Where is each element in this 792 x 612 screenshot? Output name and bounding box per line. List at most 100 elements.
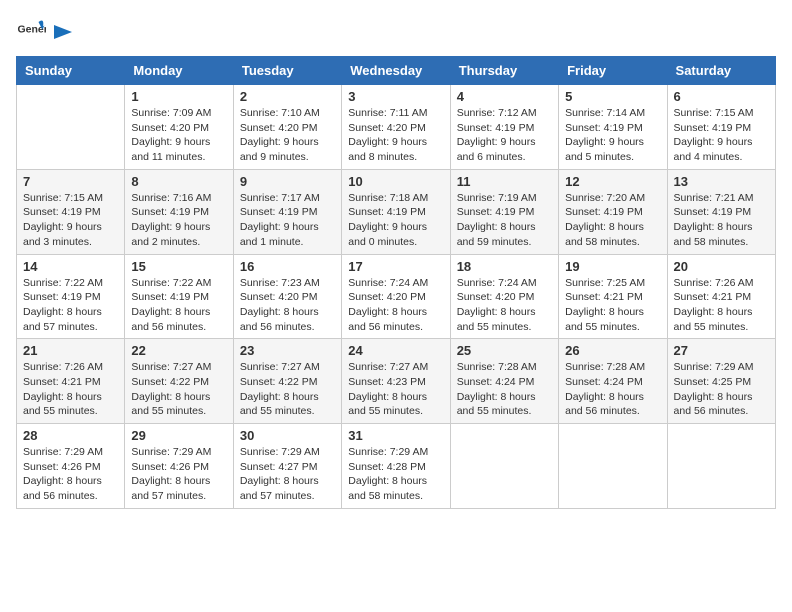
day-info: Sunrise: 7:20 AMSunset: 4:19 PMDaylight:… (565, 191, 660, 250)
logo: General (16, 16, 74, 46)
day-info: Sunrise: 7:09 AMSunset: 4:20 PMDaylight:… (131, 106, 226, 165)
day-number: 21 (23, 343, 118, 358)
day-cell: 5 Sunrise: 7:14 AMSunset: 4:19 PMDaylight… (559, 85, 667, 170)
week-row-4: 21Sunrise: 7:26 AMSunset: 4:21 PMDayligh… (17, 339, 776, 424)
day-cell: 24 Sunrise: 7:27 AMSunset: 4:23 PMDayligh… (342, 339, 450, 424)
day-number: 13 (674, 174, 769, 189)
week-row-3: 14 Sunrise: 7:22 AMSunset: 4:19 PMDayligh… (17, 254, 776, 339)
day-info: Sunrise: 7:12 AMSunset: 4:19 PMDaylight:… (457, 106, 552, 165)
day-info: Sunrise: 7:23 AMSunset: 4:20 PMDaylight:… (240, 276, 335, 335)
day-number: 24 (348, 343, 443, 358)
calendar-table: SundayMondayTuesdayWednesdayThursdayFrid… (16, 56, 776, 509)
day-info: Sunrise: 7:22 AMSunset: 4:19 PMDaylight:… (131, 276, 226, 335)
day-cell: 4 Sunrise: 7:12 AMSunset: 4:19 PMDaylight… (450, 85, 558, 170)
col-header-sunday: Sunday (17, 57, 125, 85)
day-number: 27 (674, 343, 769, 358)
day-number: 1 (131, 89, 226, 104)
day-info: Sunrise: 7:19 AMSunset: 4:19 PMDaylight:… (457, 191, 552, 250)
day-cell: 14 Sunrise: 7:22 AMSunset: 4:19 PMDayligh… (17, 254, 125, 339)
day-info: Sunrise: 7:27 AMSunset: 4:22 PMDaylight:… (131, 360, 226, 419)
day-cell (667, 424, 775, 509)
day-info: Sunrise: 7:18 AMSunset: 4:19 PMDaylight:… (348, 191, 443, 250)
day-info: Sunrise: 7:10 AMSunset: 4:20 PMDaylight:… (240, 106, 335, 165)
day-cell: 3 Sunrise: 7:11 AMSunset: 4:20 PMDaylight… (342, 85, 450, 170)
day-number: 29 (131, 428, 226, 443)
day-number: 20 (674, 259, 769, 274)
day-info: Sunrise: 7:25 AMSunset: 4:21 PMDaylight:… (565, 276, 660, 335)
day-number: 7 (23, 174, 118, 189)
day-number: 8 (131, 174, 226, 189)
day-number: 11 (457, 174, 552, 189)
day-info: Sunrise: 7:24 AMSunset: 4:20 PMDaylight:… (348, 276, 443, 335)
col-header-friday: Friday (559, 57, 667, 85)
day-cell: 10 Sunrise: 7:18 AMSunset: 4:19 PMDayligh… (342, 169, 450, 254)
day-info: Sunrise: 7:17 AMSunset: 4:19 PMDaylight:… (240, 191, 335, 250)
day-cell: 19 Sunrise: 7:25 AMSunset: 4:21 PMDayligh… (559, 254, 667, 339)
day-cell: 27 Sunrise: 7:29 AMSunset: 4:25 PMDayligh… (667, 339, 775, 424)
day-info: Sunrise: 7:29 AMSunset: 4:27 PMDaylight:… (240, 445, 335, 504)
day-number: 17 (348, 259, 443, 274)
day-cell: 2 Sunrise: 7:10 AMSunset: 4:20 PMDaylight… (233, 85, 341, 170)
day-number: 25 (457, 343, 552, 358)
day-info: Sunrise: 7:29 AMSunset: 4:28 PMDaylight:… (348, 445, 443, 504)
day-info: Sunrise: 7:21 AMSunset: 4:19 PMDaylight:… (674, 191, 769, 250)
day-info: Sunrise: 7:14 AMSunset: 4:19 PMDaylight:… (565, 106, 660, 165)
day-cell: 6 Sunrise: 7:15 AMSunset: 4:19 PMDaylight… (667, 85, 775, 170)
day-number: 23 (240, 343, 335, 358)
day-info: Sunrise: 7:11 AMSunset: 4:20 PMDaylight:… (348, 106, 443, 165)
day-number: 14 (23, 259, 118, 274)
day-number: 9 (240, 174, 335, 189)
day-info: Sunrise: 7:22 AMSunset: 4:19 PMDaylight:… (23, 276, 118, 335)
day-info: Sunrise: 7:27 AMSunset: 4:23 PMDaylight:… (348, 360, 443, 419)
day-cell: 30Sunrise: 7:29 AMSunset: 4:27 PMDayligh… (233, 424, 341, 509)
day-number: 4 (457, 89, 552, 104)
day-cell: 22 Sunrise: 7:27 AMSunset: 4:22 PMDayligh… (125, 339, 233, 424)
day-cell: 7Sunrise: 7:15 AMSunset: 4:19 PMDaylight… (17, 169, 125, 254)
day-info: Sunrise: 7:15 AMSunset: 4:19 PMDaylight:… (674, 106, 769, 165)
day-info: Sunrise: 7:26 AMSunset: 4:21 PMDaylight:… (674, 276, 769, 335)
day-cell: 23 Sunrise: 7:27 AMSunset: 4:22 PMDayligh… (233, 339, 341, 424)
day-number: 18 (457, 259, 552, 274)
day-number: 26 (565, 343, 660, 358)
day-number: 16 (240, 259, 335, 274)
day-info: Sunrise: 7:24 AMSunset: 4:20 PMDaylight:… (457, 276, 552, 335)
day-info: Sunrise: 7:16 AMSunset: 4:19 PMDaylight:… (131, 191, 226, 250)
day-info: Sunrise: 7:29 AMSunset: 4:26 PMDaylight:… (23, 445, 118, 504)
day-number: 28 (23, 428, 118, 443)
day-cell: 25 Sunrise: 7:28 AMSunset: 4:24 PMDayligh… (450, 339, 558, 424)
day-cell: 15 Sunrise: 7:22 AMSunset: 4:19 PMDayligh… (125, 254, 233, 339)
day-number: 3 (348, 89, 443, 104)
day-number: 5 (565, 89, 660, 104)
week-row-5: 28 Sunrise: 7:29 AMSunset: 4:26 PMDayligh… (17, 424, 776, 509)
day-cell: 29Sunrise: 7:29 AMSunset: 4:26 PMDayligh… (125, 424, 233, 509)
day-cell (559, 424, 667, 509)
day-number: 19 (565, 259, 660, 274)
col-header-saturday: Saturday (667, 57, 775, 85)
day-number: 10 (348, 174, 443, 189)
day-number: 2 (240, 89, 335, 104)
logo-flag-icon (52, 23, 74, 41)
day-number: 12 (565, 174, 660, 189)
col-header-tuesday: Tuesday (233, 57, 341, 85)
week-row-1: 1 Sunrise: 7:09 AMSunset: 4:20 PMDaylight… (17, 85, 776, 170)
day-number: 15 (131, 259, 226, 274)
day-number: 6 (674, 89, 769, 104)
day-info: Sunrise: 7:27 AMSunset: 4:22 PMDaylight:… (240, 360, 335, 419)
week-row-2: 7Sunrise: 7:15 AMSunset: 4:19 PMDaylight… (17, 169, 776, 254)
day-cell: 9 Sunrise: 7:17 AMSunset: 4:19 PMDaylight… (233, 169, 341, 254)
day-cell (17, 85, 125, 170)
day-number: 31 (348, 428, 443, 443)
day-cell: 16 Sunrise: 7:23 AMSunset: 4:20 PMDayligh… (233, 254, 341, 339)
day-info: Sunrise: 7:28 AMSunset: 4:24 PMDaylight:… (457, 360, 552, 419)
day-number: 22 (131, 343, 226, 358)
day-cell: 31 Sunrise: 7:29 AMSunset: 4:28 PMDayligh… (342, 424, 450, 509)
day-info: Sunrise: 7:29 AMSunset: 4:25 PMDaylight:… (674, 360, 769, 419)
col-header-thursday: Thursday (450, 57, 558, 85)
day-cell: 1 Sunrise: 7:09 AMSunset: 4:20 PMDaylight… (125, 85, 233, 170)
day-cell: 13 Sunrise: 7:21 AMSunset: 4:19 PMDayligh… (667, 169, 775, 254)
day-cell: 17 Sunrise: 7:24 AMSunset: 4:20 PMDayligh… (342, 254, 450, 339)
day-cell: 28 Sunrise: 7:29 AMSunset: 4:26 PMDayligh… (17, 424, 125, 509)
day-cell: 11 Sunrise: 7:19 AMSunset: 4:19 PMDayligh… (450, 169, 558, 254)
day-info: Sunrise: 7:28 AMSunset: 4:24 PMDaylight:… (565, 360, 660, 419)
day-cell (450, 424, 558, 509)
